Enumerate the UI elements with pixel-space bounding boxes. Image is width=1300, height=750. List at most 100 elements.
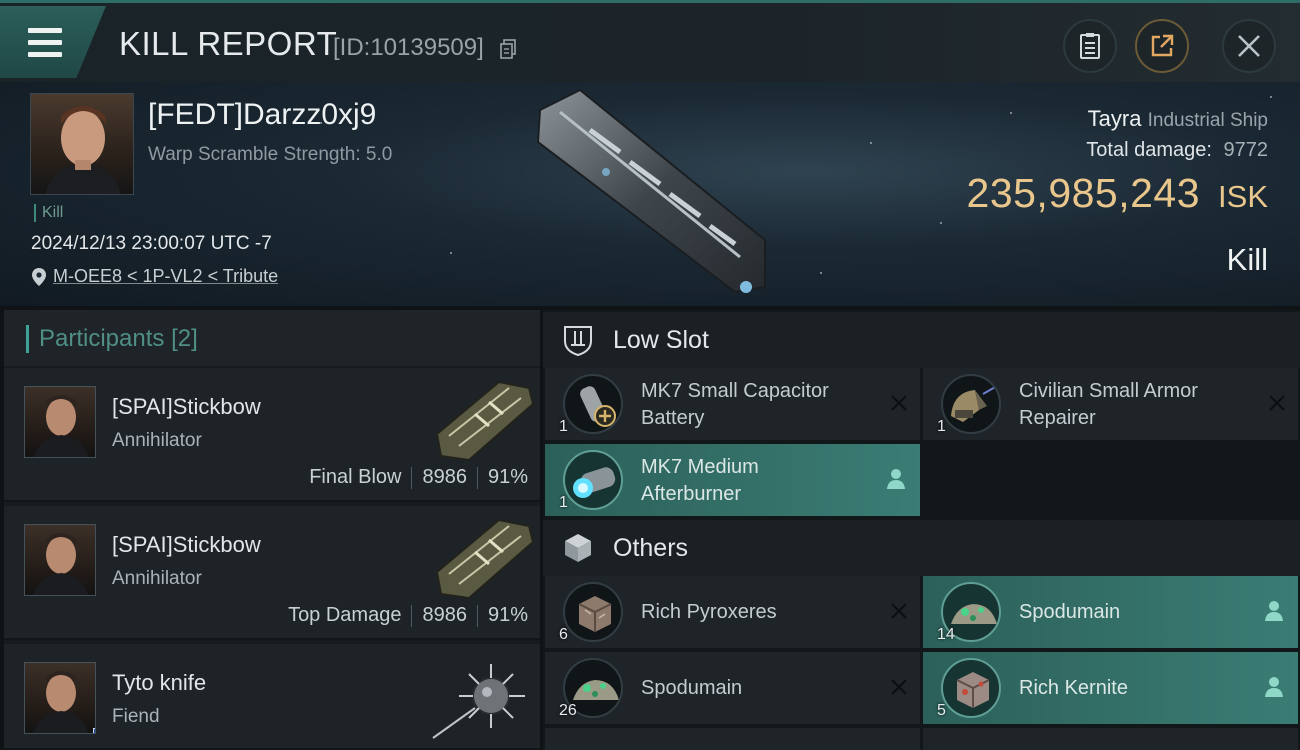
item-name: MK7 Medium Afterburner <box>641 454 759 508</box>
destroyed-icon <box>891 603 907 619</box>
item-row-partial[interactable] <box>923 728 1298 750</box>
plus-badge-icon: + <box>93 728 95 733</box>
item-spodumain[interactable]: 26 Spodumain <box>545 652 920 724</box>
participant-card[interactable]: + Tyto knife Fiend <box>4 644 540 750</box>
item-name-line: MK7 Small Capacitor <box>641 380 829 402</box>
item-quantity: 1 <box>937 418 946 435</box>
dropped-person-icon <box>1265 677 1283 697</box>
item-name: Spodumain <box>641 677 743 699</box>
copy-icon[interactable] <box>500 39 516 59</box>
avatar <box>45 106 121 194</box>
menu-icon-bar <box>28 40 62 45</box>
ore-pyroxeres-icon <box>563 582 623 642</box>
item-mk7-small-capacitor-battery[interactable]: 1 MK7 Small Capacitor Battery <box>545 368 920 440</box>
victim-portrait[interactable] <box>30 93 134 195</box>
participant-role: Top Damage <box>288 604 402 626</box>
item-quantity: 1 <box>559 418 568 435</box>
clipboard-button[interactable] <box>1063 19 1117 73</box>
divider <box>411 466 413 489</box>
title-bar: KILL REPORT [ID:10139509] <box>0 0 1300 82</box>
location-pin-icon <box>32 267 46 286</box>
capacitor-battery-icon <box>563 374 623 434</box>
menu-button[interactable] <box>0 6 106 78</box>
destroyed-icon <box>1269 395 1285 411</box>
participant-ship-image[interactable] <box>429 512 539 604</box>
item-civilian-small-armor-repairer[interactable]: 1 Civilian Small Armor Repairer <box>923 368 1298 440</box>
item-name-line: Battery <box>641 407 705 429</box>
star <box>820 272 822 274</box>
total-damage: Total damage: 9772 <box>1086 139 1268 162</box>
location-link[interactable]: M-OEE8 < 1P-VL2 < Tribute <box>31 266 278 287</box>
clipboard-icon <box>1080 33 1100 59</box>
report-id: [ID:10139509] <box>333 34 484 61</box>
share-button[interactable] <box>1135 19 1189 73</box>
item-name-line: Afterburner <box>641 483 742 505</box>
low-slot-header: Low Slot <box>543 312 1300 368</box>
item-name: Civilian Small Armor Repairer <box>1019 378 1198 432</box>
participant-damage: 8986 <box>422 466 467 488</box>
victim-name[interactable]: [FEDT]Darzz0xj9 <box>148 98 376 132</box>
participants-title: Participants <box>39 325 165 352</box>
total-damage-value: 9772 <box>1223 139 1269 161</box>
kill-datetime: 2024/12/13 23:00:07 UTC -7 <box>31 233 272 254</box>
item-spodumain[interactable]: 14 Spodumain <box>923 576 1298 648</box>
participant-damage: 8986 <box>422 604 467 626</box>
ship-class: Industrial Ship <box>1147 110 1268 131</box>
item-name-line: MK7 Medium <box>641 456 759 478</box>
dropped-person-icon <box>1265 601 1283 621</box>
item-name: Rich Pyroxeres <box>641 601 777 623</box>
item-name: Rich Kernite <box>1019 677 1128 699</box>
item-row-partial[interactable] <box>545 728 920 750</box>
low-slot-icon <box>564 326 592 357</box>
ship-name[interactable]: Tayra <box>1088 106 1142 131</box>
participant-stats: Top Damage 8986 91% <box>288 604 528 627</box>
avatar[interactable]: + <box>24 662 96 734</box>
divider <box>476 604 478 627</box>
items-panel: Low Slot 1 MK7 Small Capacitor Battery 1… <box>543 310 1300 750</box>
item-name-line: Repairer <box>1019 407 1096 429</box>
kill-tag: Kill <box>34 204 63 222</box>
participant-card[interactable]: [SPAI]Stickbow Annihilator Top Damage 89… <box>4 506 540 640</box>
participant-percent: 91% <box>487 466 528 488</box>
star <box>1010 112 1012 114</box>
victim-summary: [FEDT]Darzz0xj9 Warp Scramble Strength: … <box>0 82 1300 306</box>
participant-ship-image[interactable] <box>429 374 539 466</box>
ore-kernite-icon <box>941 658 1001 718</box>
participants-count: [2] <box>171 325 198 352</box>
avatar[interactable] <box>24 386 96 458</box>
armor-repairer-icon <box>941 374 1001 434</box>
participant-ship-image[interactable] <box>429 650 539 742</box>
destroyed-icon <box>891 395 907 411</box>
participant-stats: Final Blow 8986 91% <box>309 466 528 489</box>
participant-name[interactable]: [SPAI]Stickbow <box>112 394 261 420</box>
star <box>450 252 452 254</box>
close-button[interactable] <box>1222 19 1276 73</box>
participant-name[interactable]: [SPAI]Stickbow <box>112 532 261 558</box>
item-rich-kernite[interactable]: 5 Rich Kernite <box>923 652 1298 724</box>
divider <box>411 604 413 627</box>
close-icon <box>1238 35 1260 57</box>
isk-value: 235,985,243 <box>966 170 1201 216</box>
low-slot-label: Low Slot <box>613 326 709 354</box>
participants-panel: Participants [2] [SPAI]Stickbow Annihila… <box>4 310 540 750</box>
item-name-line: Civilian Small Armor <box>1019 380 1198 402</box>
isk-value-display: 235,985,243 ISK <box>967 170 1268 217</box>
isk-unit: ISK <box>1218 179 1268 214</box>
total-damage-label: Total damage: <box>1086 139 1212 161</box>
victim-ship-image[interactable] <box>520 82 790 302</box>
participant-role: Final Blow <box>309 466 402 488</box>
participant-ship: Annihilator <box>112 568 202 589</box>
item-name: Spodumain <box>1019 601 1121 623</box>
participants-header: Participants [2] <box>4 310 540 366</box>
item-mk7-medium-afterburner[interactable]: 1 MK7 Medium Afterburner <box>545 444 920 516</box>
afterburner-icon <box>563 450 623 510</box>
item-rich-pyroxeres[interactable]: 6 Rich Pyroxeres <box>545 576 920 648</box>
warp-scramble-strength: Warp Scramble Strength: 5.0 <box>148 144 393 165</box>
others-header: Others <box>543 520 1300 576</box>
avatar[interactable] <box>24 524 96 596</box>
participant-card[interactable]: [SPAI]Stickbow Annihilator Final Blow 89… <box>4 368 540 502</box>
menu-icon-bar <box>28 52 62 57</box>
item-quantity: 26 <box>559 702 577 719</box>
participant-name[interactable]: Tyto knife <box>112 670 206 696</box>
item-quantity: 14 <box>937 626 955 643</box>
